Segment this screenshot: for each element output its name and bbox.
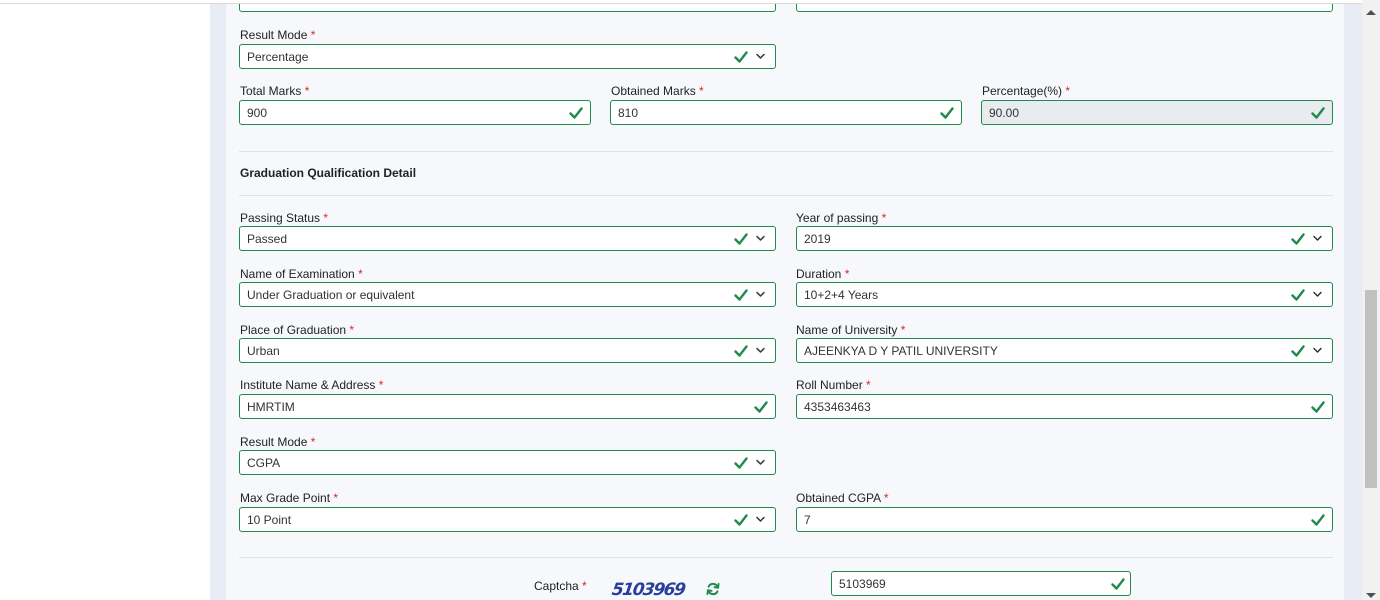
chevron-down-icon[interactable] bbox=[755, 345, 766, 356]
passing-status-value: Passed bbox=[247, 232, 288, 246]
place-of-graduation-value: Urban bbox=[247, 344, 280, 358]
obtained-marks-label: Obtained Marks * bbox=[611, 84, 704, 98]
page-scrollbar[interactable] bbox=[1362, 0, 1380, 600]
chevron-down-icon[interactable] bbox=[755, 51, 766, 62]
obtained-cgpa-value: 7 bbox=[804, 513, 811, 527]
year-of-passing-label: Year of passing * bbox=[796, 211, 887, 225]
total-marks-value: 900 bbox=[247, 106, 268, 120]
total-marks-input[interactable]: 900 bbox=[239, 100, 591, 125]
check-icon bbox=[734, 457, 748, 469]
graduation-result-mode-value: CGPA bbox=[247, 456, 281, 470]
name-of-examination-value: Under Graduation or equivalent bbox=[247, 288, 415, 302]
passing-status-select[interactable]: Passed bbox=[239, 226, 776, 251]
check-icon bbox=[1291, 233, 1305, 245]
chevron-down-icon[interactable] bbox=[755, 289, 766, 300]
check-icon bbox=[1291, 289, 1305, 301]
graduation-result-mode-select[interactable]: CGPA bbox=[239, 450, 776, 475]
place-of-graduation-select[interactable]: Urban bbox=[239, 338, 776, 363]
check-icon bbox=[1311, 401, 1325, 413]
check-icon bbox=[754, 401, 768, 413]
max-grade-point-select[interactable]: 10 Point bbox=[239, 507, 776, 532]
max-grade-point-value: 10 Point bbox=[247, 513, 292, 527]
top-border bbox=[0, 0, 1362, 4]
roll-number-label: Roll Number * bbox=[796, 378, 871, 392]
obtained-cgpa-input[interactable]: 7 bbox=[796, 507, 1333, 532]
obtained-marks-input[interactable]: 810 bbox=[610, 100, 962, 125]
check-icon bbox=[1311, 514, 1325, 526]
institute-label: Institute Name & Address * bbox=[240, 378, 384, 392]
chevron-down-icon[interactable] bbox=[1312, 345, 1323, 356]
roll-number-input[interactable]: 4353463463 bbox=[796, 394, 1333, 419]
check-icon bbox=[734, 233, 748, 245]
name-of-examination-label: Name of Examination * bbox=[240, 267, 363, 281]
chevron-down-icon[interactable] bbox=[1312, 233, 1323, 244]
place-of-graduation-label: Place of Graduation * bbox=[240, 323, 355, 337]
section-divider bbox=[239, 557, 1333, 558]
check-icon bbox=[734, 514, 748, 526]
percentage-label: Percentage(%) * bbox=[982, 84, 1071, 98]
duration-value: 10+2+4 Years bbox=[804, 288, 879, 302]
name-of-university-label: Name of University * bbox=[796, 323, 906, 337]
captcha-value: 5103969 bbox=[839, 577, 886, 591]
total-marks-label: Total Marks * bbox=[240, 84, 310, 98]
duration-label: Duration * bbox=[796, 267, 850, 281]
right-gutter bbox=[1344, 0, 1362, 600]
max-grade-point-label: Max Grade Point * bbox=[240, 491, 339, 505]
percentage-value: 90.00 bbox=[989, 106, 1020, 120]
percentage-input: 90.00 bbox=[981, 100, 1333, 125]
institute-value: HMRTIM bbox=[247, 400, 295, 414]
check-icon bbox=[734, 51, 748, 63]
chevron-down-icon[interactable] bbox=[755, 233, 766, 244]
check-icon bbox=[1311, 107, 1325, 119]
captcha-label: Captcha * bbox=[534, 579, 587, 593]
check-icon bbox=[569, 107, 583, 119]
scroll-up-arrow[interactable] bbox=[1366, 10, 1376, 15]
chevron-down-icon[interactable] bbox=[755, 514, 766, 525]
check-icon bbox=[1111, 578, 1125, 590]
duration-select[interactable]: 10+2+4 Years bbox=[796, 282, 1333, 307]
section-title: Graduation Qualification Detail bbox=[240, 166, 417, 180]
left-gutter bbox=[210, 0, 226, 600]
result-mode-label: Result Mode * bbox=[240, 28, 316, 42]
chevron-down-icon[interactable] bbox=[1312, 289, 1323, 300]
check-icon bbox=[734, 345, 748, 357]
graduation-result-mode-label: Result Mode * bbox=[240, 435, 316, 449]
year-of-passing-select[interactable]: 2019 bbox=[796, 226, 1333, 251]
scroll-down-arrow[interactable] bbox=[1366, 593, 1376, 598]
section-divider bbox=[239, 151, 1333, 152]
name-of-university-value: AJEENKYA D Y PATIL UNIVERSITY bbox=[804, 344, 998, 358]
chevron-down-icon[interactable] bbox=[755, 457, 766, 468]
name-of-university-select[interactable]: AJEENKYA D Y PATIL UNIVERSITY bbox=[796, 338, 1333, 363]
check-icon bbox=[1291, 345, 1305, 357]
obtained-cgpa-label: Obtained CGPA * bbox=[796, 491, 889, 505]
roll-number-value: 4353463463 bbox=[804, 400, 871, 414]
section-divider bbox=[239, 195, 1333, 196]
result-mode-select[interactable]: Percentage bbox=[239, 44, 776, 69]
captcha-image: 5103969 bbox=[610, 580, 686, 600]
year-of-passing-value: 2019 bbox=[804, 232, 831, 246]
captcha-input[interactable]: 5103969 bbox=[831, 571, 1131, 596]
institute-input[interactable]: HMRTIM bbox=[239, 394, 776, 419]
scroll-thumb[interactable] bbox=[1365, 290, 1377, 488]
result-mode-value: Percentage bbox=[247, 50, 309, 64]
name-of-examination-select[interactable]: Under Graduation or equivalent bbox=[239, 282, 776, 307]
obtained-marks-value: 810 bbox=[618, 106, 639, 120]
passing-status-label: Passing Status * bbox=[240, 211, 329, 225]
refresh-icon[interactable] bbox=[706, 582, 720, 596]
check-icon bbox=[940, 107, 954, 119]
check-icon bbox=[734, 289, 748, 301]
